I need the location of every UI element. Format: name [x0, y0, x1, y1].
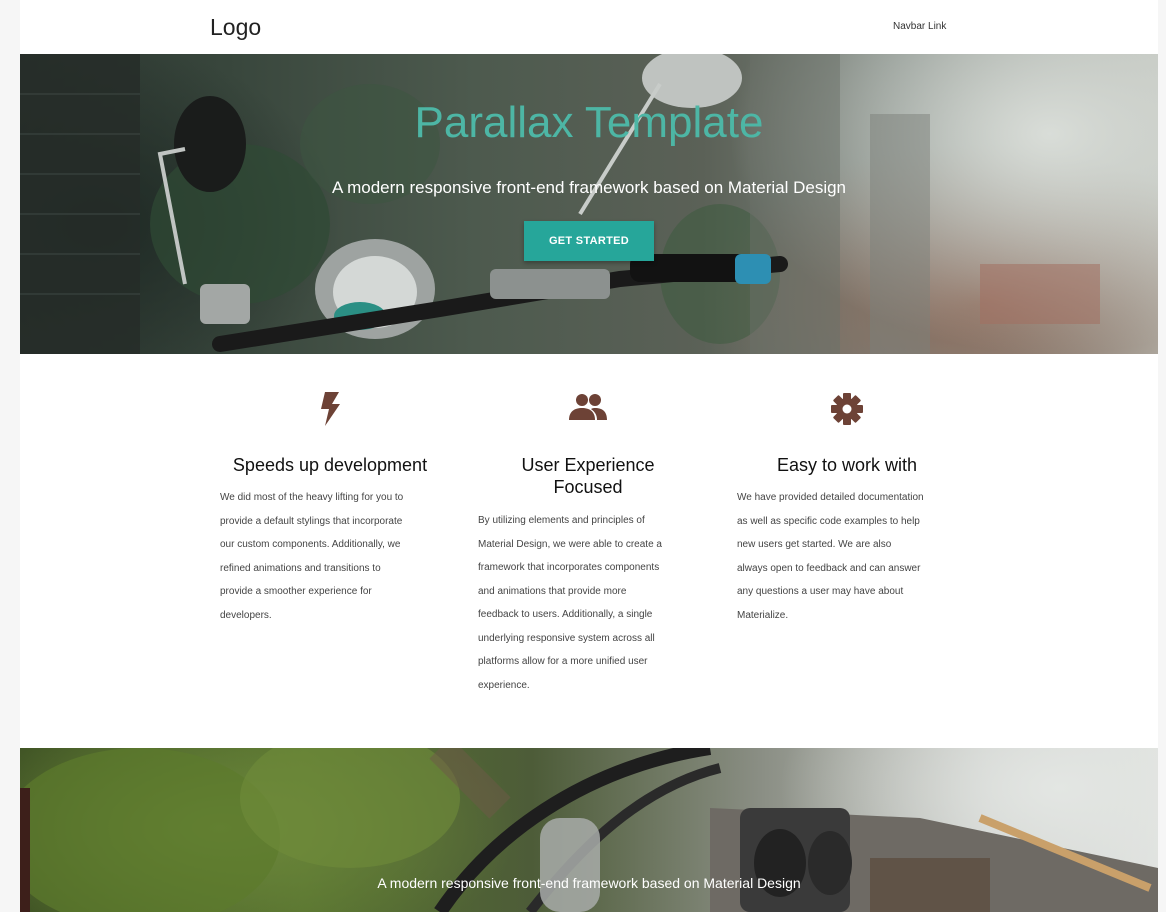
features-section: Speeds up development We did most of the…: [20, 354, 1158, 748]
get-started-button[interactable]: GET STARTED: [524, 221, 654, 261]
hero-subtitle: A modern responsive front-end framework …: [331, 178, 847, 197]
hero-title: Parallax Template: [414, 98, 764, 147]
logo[interactable]: Logo: [210, 14, 261, 41]
feature-title: Easy to work with: [776, 455, 918, 475]
feature-description: By utilizing elements and principles of …: [478, 515, 662, 691]
feature-description: We did most of the heavy lifting for you…: [220, 492, 404, 621]
feature-title: Speeds up development: [232, 455, 428, 475]
settings-icon: [737, 392, 957, 428]
feature-description: We have provided detailed documentation …: [737, 492, 924, 621]
navbar: Logo Navbar Link: [20, 0, 1158, 54]
hero-parallax: Parallax Template A modern responsive fr…: [20, 54, 1158, 354]
second-parallax-subtitle: A modern responsive front-end framework …: [377, 875, 801, 891]
feature-title: User Experience Focused: [521, 455, 655, 497]
page: Logo Navbar Link Parallax Template A mod…: [20, 0, 1158, 912]
group-icon: [478, 392, 698, 428]
second-parallax: A modern responsive front-end framework …: [20, 748, 1158, 912]
flash-icon: [220, 392, 440, 428]
navbar-link[interactable]: Navbar Link: [893, 21, 946, 32]
